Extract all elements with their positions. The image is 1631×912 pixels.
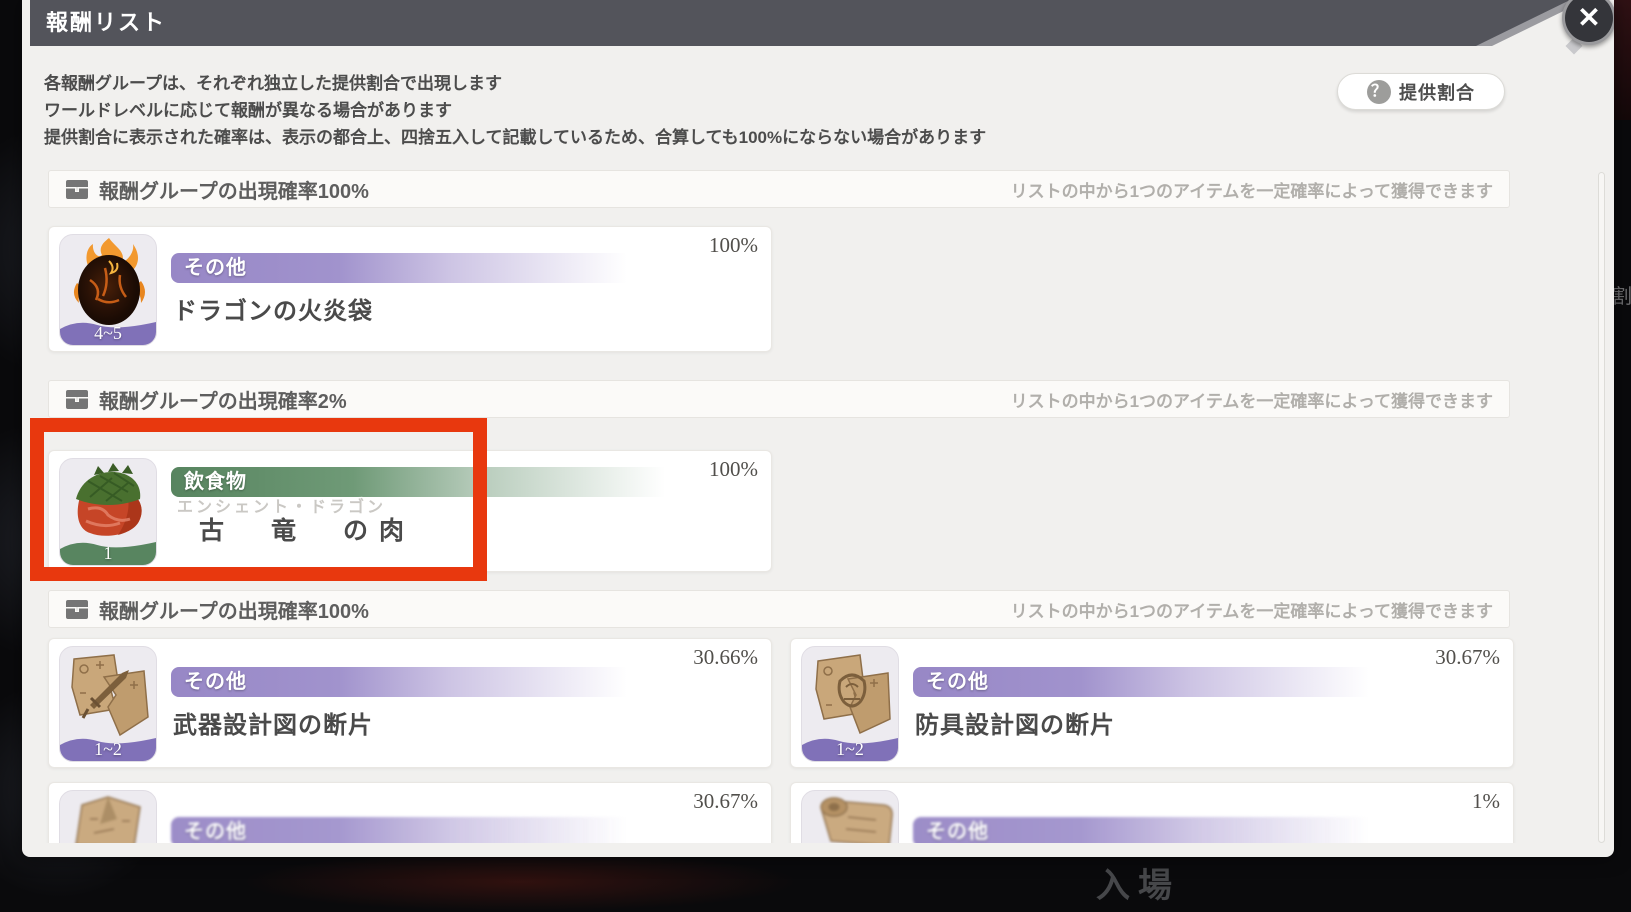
item-category-tag: その他 (171, 817, 651, 843)
background-glow (240, 852, 800, 912)
dragon-flame-sack-icon (60, 235, 157, 329)
item-count: 4~5 (60, 323, 156, 344)
group-header-2: 報酬グループの出現確率2% リストの中から1つのアイテムを一定確率によって獲得で… (48, 380, 1510, 418)
item-count: 1~2 (802, 739, 898, 760)
item-icon-tile (59, 790, 157, 843)
highlight-annotation-box (30, 418, 487, 581)
note-line-3: 提供割合に表示された確率は、表示の都合上、四捨五入して記載しているため、合算して… (44, 124, 1164, 151)
blueprint-fragment-icon (60, 791, 157, 843)
item-rate: 30.67% (693, 789, 758, 814)
group-hint: リストの中から1つのアイテムを一定確率によって獲得できます (1011, 597, 1493, 622)
group-header-1: 報酬グループの出現確率100% リストの中から1つのアイテムを一定確率によって獲… (48, 170, 1510, 208)
provision-rate-button[interactable]: ？ 提供割合 (1337, 73, 1505, 110)
item-count-band: 4~5 (60, 317, 156, 345)
group-title: 報酬グループの出現確率100% (99, 175, 369, 204)
item-name: 武器設計図の断片 (173, 705, 373, 740)
item-category-tag: その他 (913, 817, 1393, 843)
note-line-2: ワールドレベルに応じて報酬が異なる場合があります (44, 97, 1164, 124)
item-category-tag: その他 (171, 667, 651, 697)
item-count-band: 1~2 (802, 733, 898, 761)
group-hint: リストの中から1つのアイテムを一定確率によって獲得できます (1011, 387, 1493, 412)
reward-scroll-area: 報酬グループの出現確率100% リストの中から1つのアイテムを一定確率によって獲… (22, 160, 1614, 843)
group-header-3: 報酬グループの出現確率100% リストの中から1つのアイテムを一定確率によって獲… (48, 590, 1510, 628)
provision-rate-label: 提供割合 (1399, 79, 1475, 105)
reward-list-panel: 報酬リスト ✕ 各報酬グループは、それぞれ独立した提供割合で出現します ワールド… (22, 0, 1614, 857)
close-button[interactable]: ✕ (1562, 0, 1614, 45)
item-rate: 100% (709, 233, 758, 258)
item-name: ドラゴンの火炎袋 (173, 291, 373, 326)
item-rate: 30.66% (693, 645, 758, 670)
titlebar: 報酬リスト (30, 0, 1600, 46)
background-glyph: 割 (1612, 280, 1631, 309)
scroll-icon (802, 791, 899, 843)
game-background: 入場 割 報酬リスト ✕ 各報酬グループは、それぞれ独立した提供割合で出現します… (0, 0, 1631, 912)
chest-icon (65, 389, 89, 409)
note-line-1: 各報酬グループは、それぞれ独立した提供割合で出現します (44, 70, 1164, 97)
chest-icon (65, 179, 89, 199)
item-icon-tile (801, 790, 899, 843)
panel-title: 報酬リスト (30, 0, 166, 46)
group-title: 報酬グループの出現確率2% (99, 385, 347, 414)
item-rate: 1% (1472, 789, 1500, 814)
question-icon: ？ (1367, 80, 1391, 104)
armor-blueprint-icon (802, 647, 899, 743)
group-hint: リストの中から1つのアイテムを一定確率によって獲得できます (1011, 177, 1493, 202)
item-category-tag: その他 (171, 253, 651, 283)
close-icon: ✕ (1577, 2, 1600, 33)
reward-item-partial-right[interactable]: 1% その他 (790, 782, 1514, 843)
scrollbar[interactable] (1598, 172, 1605, 843)
item-rate: 30.67% (1435, 645, 1500, 670)
weapon-blueprint-icon (60, 647, 157, 743)
item-count-band: 1~2 (60, 733, 156, 761)
item-name: 防具設計図の断片 (915, 705, 1115, 740)
item-icon-tile: 1~2 (801, 646, 899, 762)
item-count: 1~2 (60, 739, 156, 760)
item-category-tag: その他 (913, 667, 1393, 697)
notes-block: 各報酬グループは、それぞれ独立した提供割合で出現します ワールドレベルに応じて報… (44, 70, 1164, 151)
reward-item-partial-left[interactable]: 30.67% その他 (48, 782, 772, 843)
reward-item-weapon-blueprint[interactable]: 30.66% 1~2 その他 武器設計 (48, 638, 772, 768)
background-entrance-label: 入場 (1096, 858, 1180, 907)
item-rate: 100% (709, 457, 758, 482)
item-icon-tile: 1~2 (59, 646, 157, 762)
item-icon-tile: 4~5 (59, 234, 157, 346)
group-title: 報酬グループの出現確率100% (99, 595, 369, 624)
chest-icon (65, 599, 89, 619)
reward-item-armor-blueprint[interactable]: 30.67% 1~2 その他 防具設計 (790, 638, 1514, 768)
reward-item-dragon-flame-sack[interactable]: 100% 4~5 (48, 226, 772, 352)
